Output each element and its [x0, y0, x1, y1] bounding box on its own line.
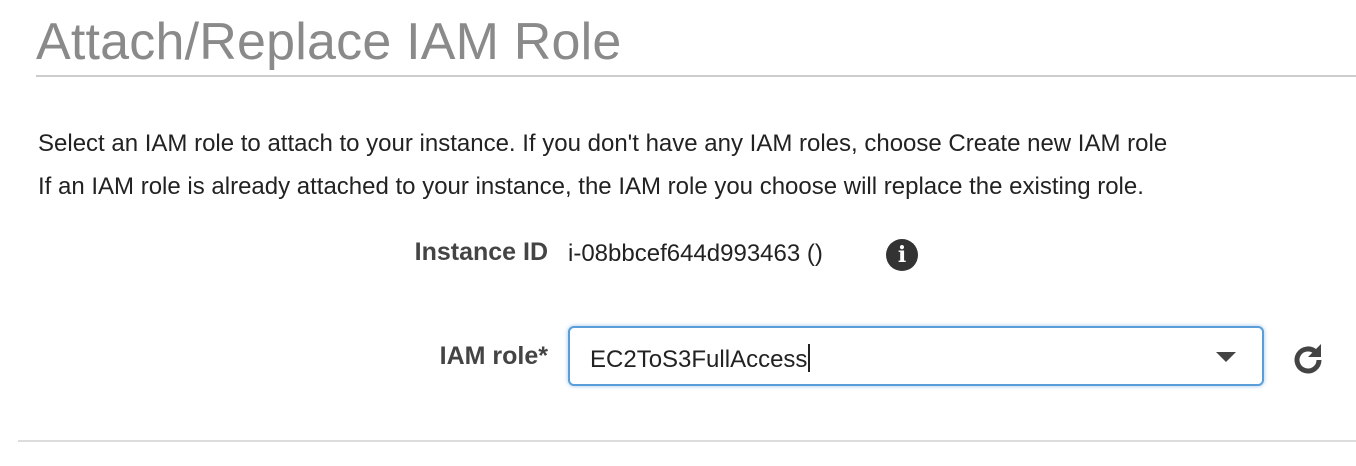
instance-id-label: Instance ID	[414, 238, 548, 266]
instance-id-value: i-08bbcef644d993463 ()	[568, 240, 823, 267]
refresh-icon[interactable]	[1288, 340, 1328, 380]
text-cursor	[808, 344, 811, 372]
iam-role-value: EC2ToS3FullAccess	[590, 346, 808, 373]
iam-role-label: IAM role*	[439, 342, 548, 370]
iam-role-value-wrap: EC2ToS3FullAccess	[590, 344, 811, 374]
chevron-down-icon[interactable]	[1216, 352, 1236, 362]
page-title: Attach/Replace IAM Role	[36, 13, 622, 71]
attach-replace-iam-role-dialog: Attach/Replace IAM Role Select an IAM ro…	[0, 0, 1356, 466]
bottom-divider	[18, 440, 1356, 442]
info-icon[interactable]: i	[886, 239, 918, 271]
iam-role-select[interactable]: EC2ToS3FullAccess	[568, 326, 1264, 386]
description-line-1: Select an IAM role to attach to your ins…	[38, 130, 1168, 157]
description-line-2: If an IAM role is already attached to yo…	[38, 173, 1144, 200]
title-divider	[36, 75, 1356, 77]
description: Select an IAM role to attach to your ins…	[38, 122, 1356, 208]
